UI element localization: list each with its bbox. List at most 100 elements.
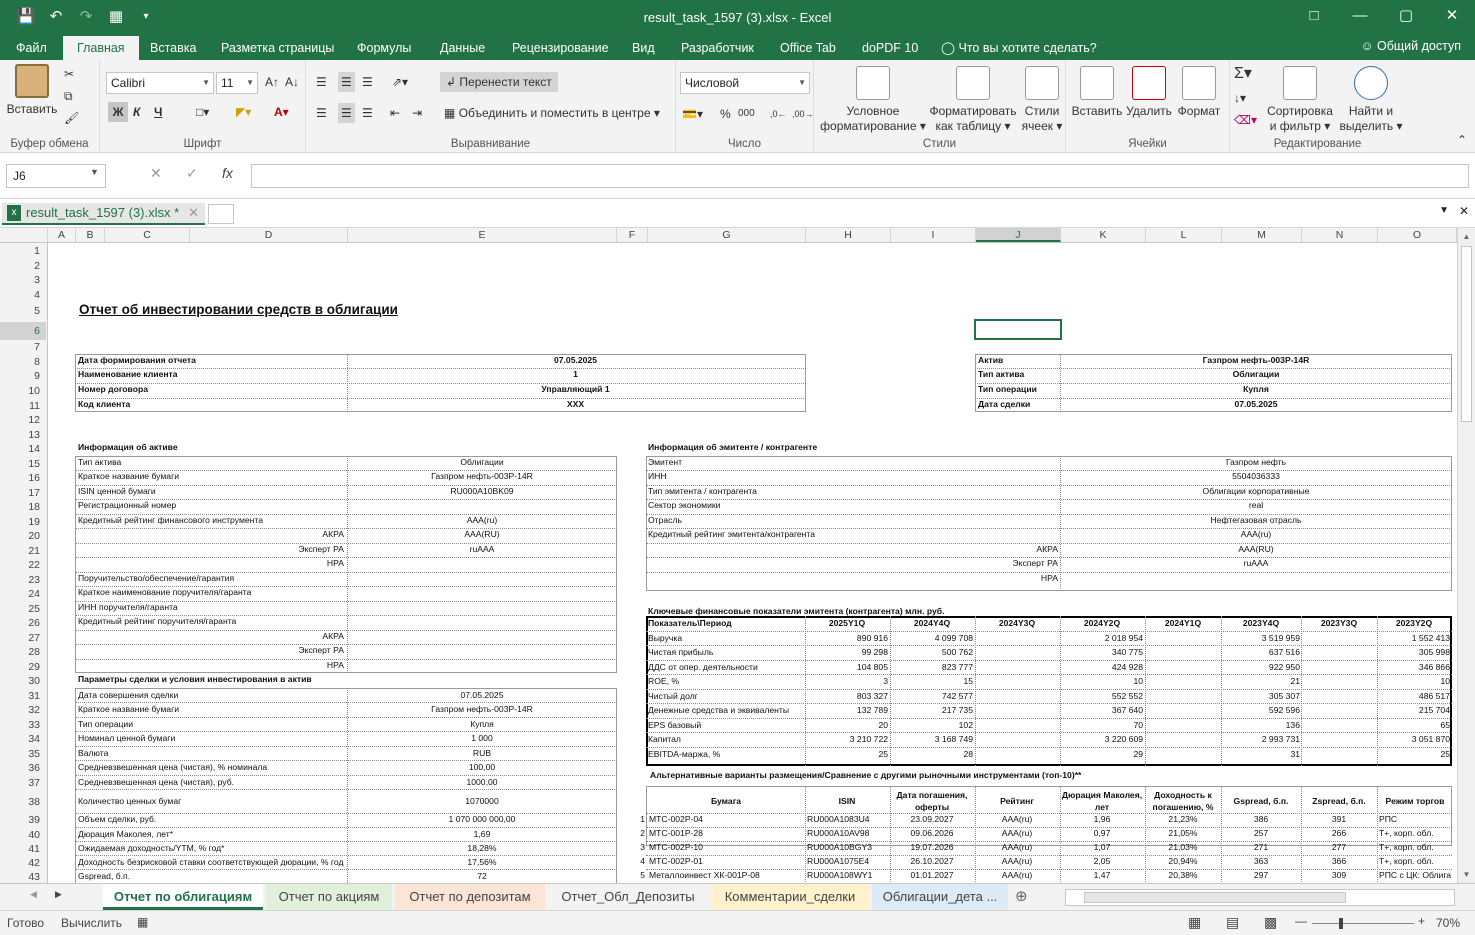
delete-cells-button[interactable]: Удалить <box>1124 66 1174 119</box>
workbook-tab[interactable]: x result_task_1597 (3).xlsx * ✕ <box>2 203 205 225</box>
col-f[interactable]: F <box>617 228 648 242</box>
font-name-combo[interactable]: Calibri ▼ <box>106 72 214 94</box>
copy-icon[interactable]: ⧉ <box>64 86 73 106</box>
tab-page-layout[interactable]: Разметка страницы <box>221 36 334 60</box>
insert-function-button[interactable]: fx <box>222 165 233 181</box>
page-layout-view-icon[interactable]: ▤ <box>1226 914 1239 931</box>
close-workbook-icon[interactable]: ✕ <box>1459 204 1469 218</box>
share-button[interactable]: ☺ Общий доступ <box>1361 39 1461 53</box>
cell-styles-button[interactable]: Стили ячеек ▾ <box>1020 66 1064 134</box>
zoom-in-icon[interactable]: + <box>1418 914 1425 928</box>
tab-formulas[interactable]: Формулы <box>357 36 411 60</box>
align-middle-icon[interactable]: ☰ <box>338 72 355 92</box>
col-g[interactable]: G <box>648 228 806 242</box>
status-calculate[interactable]: Вычислить <box>61 916 122 930</box>
format-painter-icon[interactable]: 🖌 <box>64 108 79 128</box>
new-workbook-tab[interactable] <box>208 204 234 224</box>
col-j[interactable]: J <box>976 228 1061 242</box>
row-header-30[interactable]: 30 <box>0 674 46 689</box>
row-header-23[interactable]: 23 <box>0 573 46 588</box>
vertical-scrollbar[interactable]: ▲ ▼ <box>1457 228 1475 883</box>
horizontal-scrollbar[interactable] <box>1065 889 1455 906</box>
bold-button[interactable]: Ж <box>108 102 128 122</box>
align-left-icon[interactable]: ☰ <box>316 103 327 123</box>
number-format-combo[interactable]: Числовой ▼ <box>680 72 810 94</box>
scroll-up-icon[interactable]: ▲ <box>1458 232 1475 241</box>
insert-cells-button[interactable]: Вставить <box>1070 66 1124 119</box>
tab-office-tab[interactable]: Office Tab <box>780 36 836 60</box>
name-box-dropdown-icon[interactable]: ▼ <box>90 167 99 177</box>
autosum-icon[interactable]: Σ▾ <box>1234 64 1252 84</box>
tab-home[interactable]: Главная <box>63 36 139 60</box>
zoom-level[interactable]: 70% <box>1436 916 1460 930</box>
row-header-22[interactable]: 22 <box>0 558 46 573</box>
normal-view-icon[interactable]: ▦ <box>1188 914 1201 931</box>
align-top-icon[interactable]: ☰ <box>316 72 327 92</box>
worksheet-grid[interactable]: Отчет об инвестировании средств в облига… <box>49 243 1455 883</box>
col-b[interactable]: B <box>76 228 105 242</box>
row-header-25[interactable]: 25 <box>0 602 46 617</box>
font-size-combo[interactable]: 11 ▼ <box>216 72 258 94</box>
row-header-18[interactable]: 18 <box>0 500 46 515</box>
row-header-20[interactable]: 20 <box>0 529 46 544</box>
row-header-15[interactable]: 15 <box>0 457 46 472</box>
tab-dopdf[interactable]: doPDF 10 <box>862 36 918 60</box>
col-l[interactable]: L <box>1146 228 1222 242</box>
collapse-ribbon-icon[interactable]: ⌃ <box>1457 130 1467 150</box>
col-d[interactable]: D <box>190 228 348 242</box>
row-header-39[interactable]: 39 <box>0 814 46 828</box>
row-header-1[interactable]: 1 <box>0 244 46 259</box>
shrink-font-icon[interactable]: A↓ <box>285 72 299 92</box>
scroll-down-icon[interactable]: ▼ <box>1458 870 1475 879</box>
find-select-button[interactable]: Найти и выделить ▾ <box>1338 66 1404 134</box>
orientation-icon[interactable]: ⇗▾ <box>392 72 408 92</box>
merge-center-button[interactable]: ▦ Объединить и поместить в центре ▾ <box>444 103 660 123</box>
align-center-icon[interactable]: ☰ <box>338 103 355 123</box>
cancel-icon[interactable]: ✕ <box>150 165 162 182</box>
tell-me-search[interactable]: ◯ Что вы хотите сделать? <box>941 36 1097 60</box>
formula-input[interactable] <box>251 164 1469 188</box>
grow-font-icon[interactable]: A↑ <box>265 72 279 92</box>
row-header-42[interactable]: 42 <box>0 856 46 870</box>
close-tab-icon[interactable]: ✕ <box>188 203 199 223</box>
row-header-21[interactable]: 21 <box>0 544 46 559</box>
paste-button[interactable]: Вставить <box>4 64 60 117</box>
tab-file[interactable]: Файл <box>16 36 47 60</box>
sheet-tab-comments[interactable]: Комментарии_сделки <box>711 884 869 910</box>
row-header-4[interactable]: 4 <box>0 288 46 303</box>
align-right-icon[interactable]: ☰ <box>362 103 373 123</box>
thousands-button[interactable]: 000 <box>738 104 755 124</box>
minimize-icon[interactable]: — <box>1337 0 1383 32</box>
sheet-tab-stocks[interactable]: Отчет по акциям <box>266 884 392 910</box>
row-header-38[interactable]: 38 <box>0 790 46 814</box>
sheet-tab-bond-details[interactable]: Облигации_дета ... <box>872 884 1008 910</box>
macro-record-icon[interactable]: ▦ <box>137 915 148 929</box>
format-cells-button[interactable]: Формат <box>1174 66 1224 119</box>
col-k[interactable]: K <box>1061 228 1146 242</box>
row-header-26[interactable]: 26 <box>0 616 46 631</box>
ribbon-display-icon[interactable]: □ <box>1291 0 1337 32</box>
h-scroll-thumb[interactable] <box>1084 892 1346 903</box>
decrease-indent-icon[interactable]: ⇤ <box>390 103 400 123</box>
maximize-icon[interactable]: ▢ <box>1383 0 1429 32</box>
enter-icon[interactable]: ✓ <box>186 165 198 182</box>
row-header-7[interactable]: 7 <box>0 340 46 355</box>
increase-indent-icon[interactable]: ⇥ <box>412 103 422 123</box>
zoom-out-icon[interactable]: — <box>1295 914 1307 928</box>
row-header-13[interactable]: 13 <box>0 428 46 443</box>
col-m[interactable]: M <box>1222 228 1302 242</box>
sheet-tab-bonds-deposits[interactable]: Отчет_Обл_Депозиты <box>548 884 708 910</box>
align-bottom-icon[interactable]: ☰ <box>362 72 373 92</box>
row-header-33[interactable]: 33 <box>0 718 46 733</box>
fill-icon[interactable]: ↓▾ <box>1234 88 1246 108</box>
zoom-slider-thumb[interactable] <box>1339 918 1343 929</box>
currency-icon[interactable]: 💳▾ <box>682 104 703 124</box>
row-header-41[interactable]: 41 <box>0 842 46 856</box>
italic-button[interactable]: К <box>133 102 140 122</box>
row-header-16[interactable]: 16 <box>0 471 46 486</box>
select-all-corner[interactable] <box>0 228 48 242</box>
row-header-6[interactable]: 6 <box>0 322 46 340</box>
add-sheet-icon[interactable]: ⊕ <box>1015 887 1028 905</box>
row-header-31[interactable]: 31 <box>0 689 46 704</box>
row-header-11[interactable]: 11 <box>0 399 46 414</box>
